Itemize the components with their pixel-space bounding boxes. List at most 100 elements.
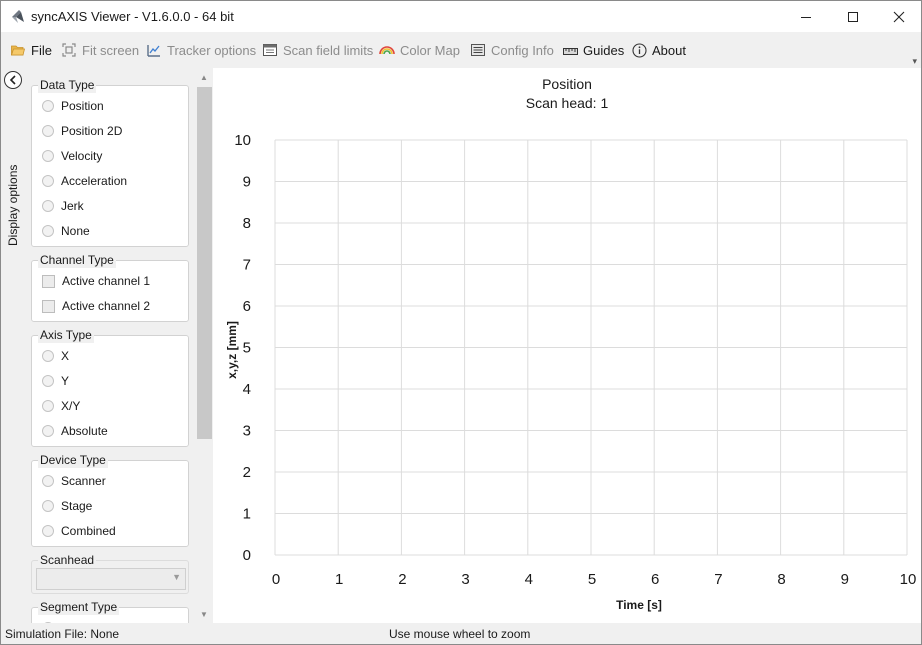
radio-circle (42, 525, 54, 537)
active-channel-2-checkbox[interactable]: Active channel 2 (42, 297, 150, 315)
y-tick-label: 4 (243, 381, 251, 398)
x-tick-label: 1 (335, 571, 343, 588)
scan-field-limits-button[interactable]: Scan field limits (262, 40, 373, 60)
device-combined-radio[interactable]: Combined (42, 522, 116, 540)
guides-button[interactable]: Guides (562, 40, 624, 60)
radio-circle (42, 175, 54, 187)
config-info-label: Config Info (491, 42, 554, 58)
active-channel-1-checkbox[interactable]: Active channel 1 (42, 272, 150, 290)
radio-circle (42, 400, 54, 412)
x-tick-label: 9 (841, 571, 849, 588)
x-tick-label: 6 (651, 571, 659, 588)
checkbox-box (42, 299, 55, 313)
option-label: Scanner (61, 474, 106, 488)
simulation-file-status: Simulation File: None (5, 627, 120, 641)
option-label: Stage (61, 499, 93, 513)
close-button[interactable] (876, 1, 921, 32)
axis-xy-radio[interactable]: X/Y (42, 397, 80, 415)
radio-circle (42, 150, 54, 162)
radio-circle (42, 350, 54, 362)
tracker-icon (146, 42, 162, 58)
option-label: Jerk (61, 199, 84, 213)
data-type-jerk-radio[interactable]: Jerk (42, 197, 84, 215)
x-tick-label: 5 (588, 571, 596, 588)
radio-circle (42, 200, 54, 212)
scroll-up-icon[interactable]: ▲ (195, 68, 213, 86)
option-label: Active channel 2 (62, 299, 151, 313)
minimize-icon (801, 16, 811, 18)
axis-x-radio[interactable]: X (42, 347, 69, 365)
collapse-panel-button[interactable] (4, 71, 22, 89)
x-tick-label: 7 (714, 571, 722, 588)
axis-absolute-radio[interactable]: Absolute (42, 422, 108, 440)
display-options-label[interactable]: Display options (6, 156, 20, 246)
display-options-panel: Data Type Position Position 2D Velocity … (27, 68, 195, 623)
y-axis-title: x,y,z [mm] (225, 321, 239, 379)
device-type-title: Device Type (38, 452, 108, 468)
options-scrollbar[interactable]: ▲ ▼ (195, 68, 213, 623)
x-tick-label: 8 (777, 571, 785, 588)
data-type-position-radio[interactable]: Position (42, 97, 104, 115)
y-tick-label: 5 (243, 340, 251, 357)
option-label: X/Y (61, 399, 81, 413)
checkbox-box (42, 274, 55, 288)
axis-type-group: Axis Type X Y X/Y Absolute (31, 327, 189, 447)
data-type-group: Data Type Position Position 2D Velocity … (31, 77, 189, 247)
axis-y-radio[interactable]: Y (42, 372, 69, 390)
x-tick-label: 10 (900, 571, 917, 588)
position-plot[interactable]: 0 1 2 3 4 5 6 7 8 9 10 0 1 2 3 4 5 6 7 8 9 10 Time [s] x,y,z [m… (213, 68, 921, 623)
data-type-acceleration-radio[interactable]: Acceleration (42, 172, 127, 190)
data-type-position2d-radio[interactable]: Position 2D (42, 122, 122, 140)
option-label: Acceleration (61, 174, 128, 188)
radio-circle (42, 375, 54, 387)
chevron-left-icon (9, 75, 16, 85)
option-label: Y (61, 374, 70, 388)
scanhead-group: Scanhead ▼ (31, 552, 189, 594)
device-type-group: Device Type Scanner Stage Combined (31, 452, 189, 547)
radio-circle (42, 225, 54, 237)
about-button[interactable]: About (631, 40, 686, 60)
ruler-icon (562, 42, 578, 58)
device-scanner-radio[interactable]: Scanner (42, 472, 106, 490)
data-type-title: Data Type (38, 77, 97, 93)
radio-circle (42, 475, 54, 487)
main-toolbar: File Fit screen Tracker options Scan fie… (1, 32, 921, 68)
title-bar: syncAXIS Viewer - V1.6.0.0 - 64 bit (1, 1, 921, 32)
device-stage-radio[interactable]: Stage (42, 497, 92, 515)
toolbar-overflow-icon[interactable]: ▾ (912, 56, 917, 67)
scanhead-select[interactable]: ▼ (36, 568, 186, 590)
option-label: Combined (61, 524, 116, 538)
scroll-thumb[interactable] (197, 87, 212, 439)
data-type-velocity-radio[interactable]: Velocity (42, 147, 102, 165)
channel-type-title: Channel Type (38, 252, 116, 268)
radio-circle (42, 425, 54, 437)
tracker-options-label: Tracker options (167, 42, 257, 58)
option-label: None (61, 224, 90, 238)
y-tick-label: 10 (234, 132, 251, 149)
file-menu[interactable]: File (10, 40, 52, 60)
minimize-button[interactable] (783, 1, 829, 32)
fit-screen-button[interactable]: Fit screen (61, 40, 139, 60)
display-options-strip: Display options (1, 68, 27, 623)
about-label: About (652, 42, 686, 58)
maximize-button[interactable] (830, 1, 876, 32)
y-tick-label: 8 (243, 215, 251, 232)
chevron-down-icon: ▼ (172, 572, 181, 582)
y-tick-label: 0 (243, 547, 251, 564)
rainbow-icon (379, 42, 395, 58)
close-icon (893, 11, 905, 22)
app-logo-icon (12, 10, 24, 23)
x-tick-label: 4 (525, 571, 533, 588)
config-info-button[interactable]: Config Info (470, 40, 554, 60)
chart-area[interactable]: Position Scan head: 1 0 1 2 3 4 5 6 7 8 9 10 0 1 2 3 4 5… (213, 68, 921, 623)
maximize-icon (848, 11, 858, 22)
app-window: syncAXIS Viewer - V1.6.0.0 - 64 bit File… (0, 0, 922, 645)
scroll-down-icon[interactable]: ▼ (195, 605, 213, 623)
radio-circle (42, 125, 54, 137)
data-type-none-radio[interactable]: None (42, 222, 90, 240)
tracker-options-button[interactable]: Tracker options (146, 40, 256, 60)
list-icon (470, 42, 486, 58)
option-label: Velocity (61, 149, 103, 163)
color-map-button[interactable]: Color Map (379, 40, 460, 60)
y-tick-label: 9 (243, 174, 251, 191)
